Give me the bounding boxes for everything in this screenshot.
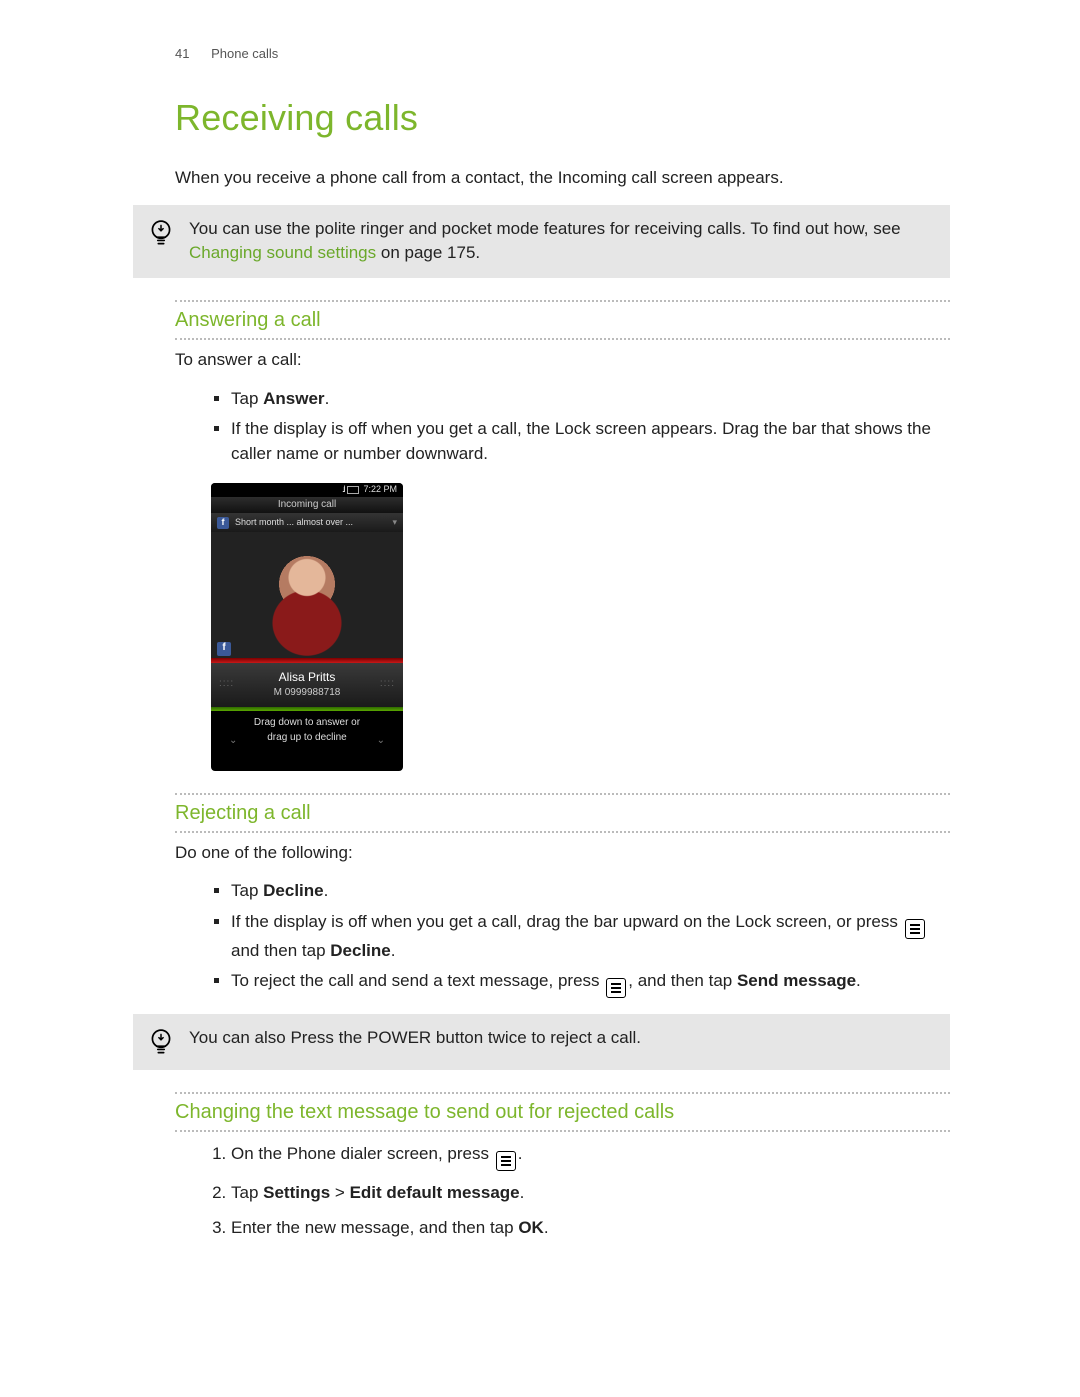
facebook-icon: f [217, 642, 231, 656]
facebook-icon: f [217, 517, 229, 529]
running-header: 41 Phone calls [175, 45, 950, 64]
page-number: 41 [175, 46, 189, 61]
settings-bold: Settings [263, 1183, 330, 1202]
text: Enter the new message, and then tap [231, 1218, 518, 1237]
list-item: Tap Settings > Edit default message. [231, 1181, 950, 1206]
text: . [518, 1144, 523, 1163]
text: . [324, 881, 329, 900]
changing-msg-heading: Changing the text message to send out fo… [175, 1098, 950, 1127]
lightbulb-icon [148, 1028, 174, 1058]
tip-box: You can also Press the POWER button twic… [133, 1014, 950, 1070]
text: Tap [231, 389, 263, 408]
chevron-down-icon: ▾ [392, 516, 397, 529]
answer-bold: Answer [263, 389, 324, 408]
answering-heading: Answering a call [175, 306, 950, 335]
rejecting-heading: Rejecting a call [175, 799, 950, 828]
manual-page: 41 Phone calls Receiving calls When you … [0, 0, 1080, 1397]
drag-hint: Drag down to answer or drag up to declin… [211, 707, 403, 755]
page-title: Receiving calls [175, 92, 950, 144]
edit-default-bold: Edit default message [350, 1183, 520, 1202]
menu-icon [905, 919, 925, 939]
hint-line: drag up to decline [254, 731, 360, 746]
tip1-post: on page 175. [376, 243, 480, 262]
incoming-bar: Incoming call [211, 497, 403, 514]
battery-icon [347, 486, 359, 494]
text: . [520, 1183, 525, 1202]
change-msg-steps: On the Phone dialer screen, press . Tap … [175, 1142, 950, 1240]
hint-line: Drag down to answer or [254, 716, 360, 731]
tip-box: You can use the polite ringer and pocket… [133, 205, 950, 278]
answer-lead: To answer a call: [175, 348, 950, 373]
list-item: If the display is off when you get a cal… [231, 417, 950, 466]
reject-lead: Do one of the following: [175, 841, 950, 866]
caller-number: M 0999988718 [274, 686, 341, 701]
list-item: Tap Decline. [231, 879, 950, 904]
text: . [856, 971, 861, 990]
fb-status-text: Short month ... almost over ... [235, 516, 353, 529]
changing-sound-settings-link[interactable]: Changing sound settings [189, 243, 376, 262]
reject-list: Tap Decline. If the display is off when … [175, 879, 950, 998]
chevron-down-icon: ⌄ [229, 734, 237, 749]
intro-text: When you receive a phone call from a con… [175, 166, 950, 191]
tip1-pre: You can use the polite ringer and pocket… [189, 219, 901, 238]
menu-icon [496, 1151, 516, 1171]
list-item: Enter the new message, and then tap OK. [231, 1216, 950, 1241]
list-item: On the Phone dialer screen, press . [231, 1142, 950, 1171]
tip-text: You can also Press the POWER button twic… [189, 1026, 932, 1051]
text: To reject the call and send a text messa… [231, 971, 604, 990]
text: > [330, 1183, 349, 1202]
list-item: If the display is off when you get a cal… [231, 910, 950, 964]
ok-bold: OK [518, 1218, 544, 1237]
list-item: To reject the call and send a text messa… [231, 969, 950, 998]
text: On the Phone dialer screen, press [231, 1144, 494, 1163]
signal-icon: ..ıl [342, 483, 344, 496]
tip-text: You can use the polite ringer and pocket… [189, 217, 932, 266]
lightbulb-icon [148, 219, 174, 249]
text: and then tap [231, 941, 330, 960]
text: . [325, 389, 330, 408]
chevron-down-icon: ⌄ [377, 734, 385, 749]
send-message-bold: Send message [737, 971, 856, 990]
text: Tap [231, 1183, 263, 1202]
decline-bold: Decline [330, 941, 390, 960]
incoming-call-screenshot: ..ıl 7:22 PM Incoming call f Short month… [211, 483, 403, 771]
list-item: Tap Answer. [231, 387, 950, 412]
caller-photo: f [211, 532, 403, 662]
caller-name: Alisa Pritts [279, 669, 336, 686]
answer-list: Tap Answer. If the display is off when y… [175, 387, 950, 467]
text: , and then tap [628, 971, 737, 990]
text: . [544, 1218, 549, 1237]
caller-bar: :::::::: Alisa Pritts M 0999988718 [211, 662, 403, 707]
text: If the display is off when you get a cal… [231, 912, 903, 931]
section-name: Phone calls [211, 46, 278, 61]
menu-icon [606, 978, 626, 998]
fb-status-row: f Short month ... almost over ... ▾ [211, 514, 403, 532]
text: . [391, 941, 396, 960]
status-time: 7:22 PM [363, 483, 397, 496]
text: Tap [231, 881, 263, 900]
decline-bold: Decline [263, 881, 323, 900]
